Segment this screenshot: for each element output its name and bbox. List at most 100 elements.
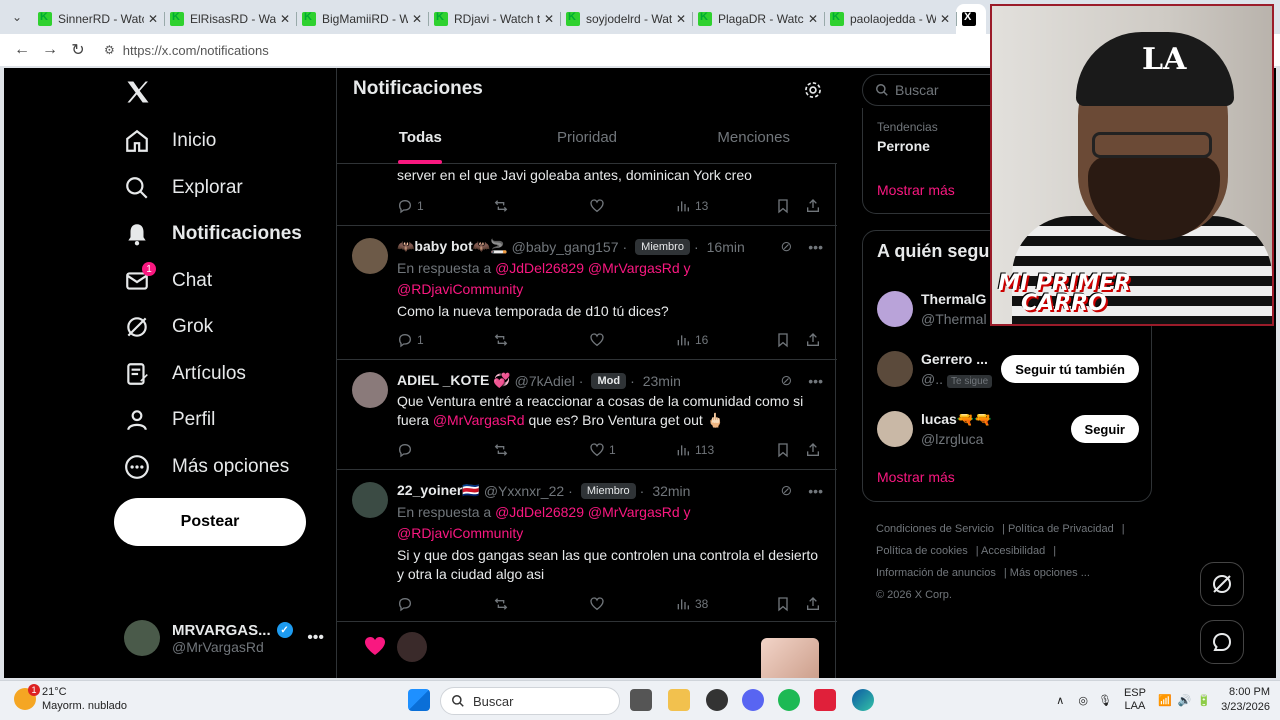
account-switcher[interactable]: MRVARGAS... ✓ @MrVargasRd ••• xyxy=(124,616,324,660)
close-tab-icon[interactable]: ✕ xyxy=(940,12,950,26)
follow-suggestion[interactable]: Gerrero ... @.. Te sigue Seguir tú tambié… xyxy=(877,351,1139,391)
close-tab-icon[interactable]: ✕ xyxy=(280,12,290,26)
wifi-icon[interactable]: 📶 xyxy=(1158,694,1172,707)
repost-button[interactable] xyxy=(493,332,589,348)
more-dots-icon[interactable]: ••• xyxy=(808,239,823,255)
discord-icon[interactable] xyxy=(742,689,764,711)
edge-icon[interactable] xyxy=(852,689,874,711)
tab-list-chevron-icon[interactable]: ⌄ xyxy=(6,6,28,28)
mic-icon[interactable]: 🎙 xyxy=(1098,694,1112,707)
footer-link[interactable]: Accesibilidad xyxy=(981,545,1045,557)
bookmark-button[interactable] xyxy=(775,198,805,214)
sidebar-item-inicio[interactable]: Inicio xyxy=(124,121,216,161)
messages-fab[interactable] xyxy=(1200,620,1244,664)
footer-link[interactable]: Más opciones ... xyxy=(1010,567,1090,579)
sidebar-item-chat[interactable]: 1 Chat xyxy=(124,261,212,301)
grok-fab[interactable] xyxy=(1200,562,1244,606)
share-button[interactable] xyxy=(805,596,821,612)
browser-tab[interactable]: SinnerRD - Watch t✕ xyxy=(32,4,164,34)
tab-todas[interactable]: Todas xyxy=(337,120,504,164)
sidebar-item-explorar[interactable]: Explorar xyxy=(124,168,243,208)
tab-prioridad[interactable]: Prioridad xyxy=(504,120,671,164)
follow-back-button[interactable]: Seguir tú también xyxy=(1001,355,1139,383)
app-red-icon[interactable] xyxy=(814,689,836,711)
reload-icon[interactable]: ↻ xyxy=(64,36,92,64)
media-thumbnail[interactable] xyxy=(761,638,819,678)
post-time[interactable]: 32min xyxy=(652,483,690,499)
volume-icon[interactable]: 🔊 xyxy=(1178,694,1192,707)
author-name[interactable]: ADIEL _KOTE 💞 xyxy=(397,372,511,389)
forward-arrow-icon[interactable]: → xyxy=(36,36,64,64)
more-dots-icon[interactable]: ••• xyxy=(307,629,324,647)
browser-tab-active[interactable] xyxy=(956,4,986,34)
list-item[interactable]: server en el que Javi goleaba antes, dom… xyxy=(337,164,837,226)
post-button[interactable]: Postear xyxy=(114,498,306,546)
share-button[interactable] xyxy=(805,198,821,214)
post-time[interactable]: 23min xyxy=(643,373,681,389)
more-dots-icon[interactable]: ••• xyxy=(808,483,823,499)
post-time[interactable]: 16min xyxy=(707,239,745,255)
bookmark-button[interactable] xyxy=(775,596,805,612)
file-explorer-icon[interactable] xyxy=(668,689,690,711)
close-tab-icon[interactable]: ✕ xyxy=(544,12,554,26)
settings-gear-icon[interactable] xyxy=(803,80,823,100)
site-info-icon[interactable]: ⚙ xyxy=(104,43,115,57)
x-logo-icon[interactable] xyxy=(124,78,152,106)
battery-icon[interactable]: 🔋 xyxy=(1197,694,1211,707)
like-button[interactable]: 1 xyxy=(589,442,675,458)
tab-menciones[interactable]: Menciones xyxy=(670,120,837,164)
views-button[interactable]: 38 xyxy=(675,596,775,612)
author-handle[interactable]: @7kAdiel xyxy=(515,373,575,389)
list-item[interactable]: 22_yoiner🇨🇷 @Yxxnxr_22 · Miembro · 32min… xyxy=(337,470,837,622)
app-icon[interactable] xyxy=(706,689,728,711)
author-handle[interactable]: @Yxxnxr_22 xyxy=(484,483,564,499)
close-tab-icon[interactable]: ✕ xyxy=(676,12,686,26)
sidebar-item-perfil[interactable]: Perfil xyxy=(124,400,215,440)
browser-tab[interactable]: soyjodelrd - Watch✕ xyxy=(560,4,692,34)
author-name[interactable]: 🦇baby bot🦇🚬 xyxy=(397,238,508,255)
mention-link[interactable]: @MrVargasRd xyxy=(433,412,525,428)
weather-widget[interactable]: 1 21°C Mayorm. nublado xyxy=(14,684,127,713)
bookmark-button[interactable] xyxy=(775,442,805,458)
trend-title[interactable]: Perrone xyxy=(877,138,930,154)
show-more-link[interactable]: Mostrar más xyxy=(877,469,955,485)
url-field[interactable]: ⚙ https://x.com/notifications xyxy=(104,43,269,58)
reply-button[interactable] xyxy=(397,596,493,612)
share-button[interactable] xyxy=(805,332,821,348)
footer-link[interactable]: Información de anuncios xyxy=(876,567,996,579)
follow-suggestion[interactable]: lucas🔫🔫 @lzrgluca Seguir xyxy=(877,411,1139,451)
close-tab-icon[interactable]: ✕ xyxy=(148,12,158,26)
list-item[interactable]: 🦇baby bot🦇🚬 @baby_gang157 · Miembro · 16… xyxy=(337,226,837,360)
author-handle[interactable]: @baby_gang157 xyxy=(512,239,619,255)
bookmark-button[interactable] xyxy=(775,332,805,348)
browser-tab[interactable]: PlagaDR - Watch th✕ xyxy=(692,4,824,34)
grok-icon[interactable]: ⊘ xyxy=(781,482,793,499)
reply-button[interactable]: 1 xyxy=(397,332,493,348)
chevron-up-icon[interactable]: ∧ xyxy=(1056,694,1064,707)
language-indicator[interactable]: ESP LAA xyxy=(1124,687,1146,713)
repost-button[interactable] xyxy=(493,198,589,214)
reply-button[interactable] xyxy=(397,442,493,458)
windows-start-icon[interactable] xyxy=(408,689,430,711)
list-item[interactable] xyxy=(337,622,837,678)
sidebar-item-notificaciones[interactable]: Notificaciones xyxy=(124,214,302,254)
sidebar-item-articulos[interactable]: Artículos xyxy=(124,354,246,394)
repost-button[interactable] xyxy=(493,442,589,458)
more-dots-icon[interactable]: ••• xyxy=(808,373,823,389)
footer-link[interactable]: Política de Privacidad xyxy=(1008,523,1114,535)
views-button[interactable]: 13 xyxy=(675,198,775,214)
views-button[interactable]: 16 xyxy=(675,332,775,348)
browser-tab[interactable]: BigMamiiRD - Watc✕ xyxy=(296,4,428,34)
author-name[interactable]: 22_yoiner🇨🇷 xyxy=(397,482,480,499)
sidebar-item-mas-opciones[interactable]: Más opciones xyxy=(124,447,289,487)
repost-button[interactable] xyxy=(493,596,589,612)
footer-link[interactable]: Condiciones de Servicio xyxy=(876,523,994,535)
back-arrow-icon[interactable]: ← xyxy=(8,36,36,64)
list-item[interactable]: ADIEL _KOTE 💞 @7kAdiel · Mod · 23min ⊘ •… xyxy=(337,360,837,470)
footer-link[interactable]: Política de cookies xyxy=(876,545,968,557)
close-tab-icon[interactable]: ✕ xyxy=(808,12,818,26)
sidebar-item-grok[interactable]: Grok xyxy=(124,307,213,347)
show-more-link[interactable]: Mostrar más xyxy=(877,182,955,198)
grok-icon[interactable]: ⊘ xyxy=(781,238,793,255)
reply-button[interactable]: 1 xyxy=(397,198,493,214)
